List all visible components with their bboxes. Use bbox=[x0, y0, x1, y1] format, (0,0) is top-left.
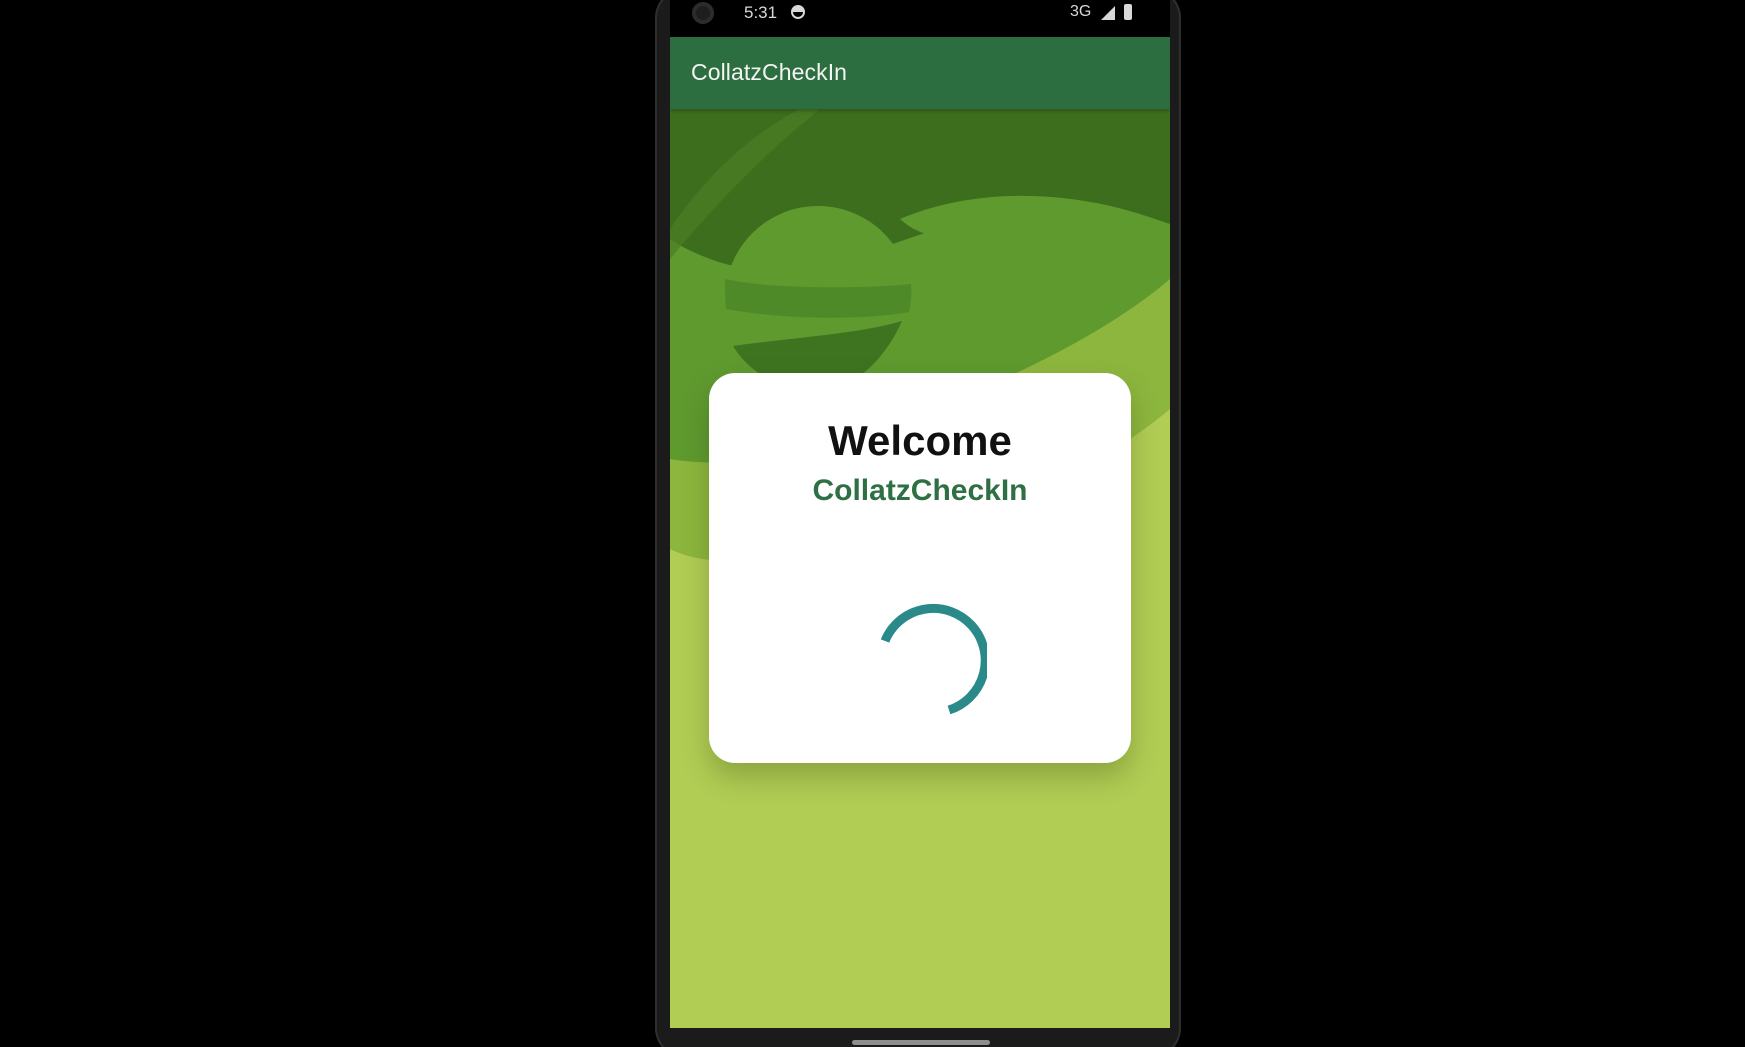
battery-icon bbox=[1124, 4, 1132, 20]
phone-screen: 5:31 3G CollatzCheckIn Welcome CollatzCh… bbox=[670, 0, 1170, 1028]
camera-icon bbox=[692, 2, 714, 24]
status-time: 5:31 bbox=[744, 3, 778, 22]
welcome-card: Welcome CollatzCheckIn bbox=[709, 373, 1131, 763]
spinner-arc bbox=[880, 603, 987, 715]
welcome-heading: Welcome bbox=[828, 417, 1012, 464]
loading-spinner-icon bbox=[880, 603, 987, 715]
welcome-screen: Welcome CollatzCheckIn bbox=[670, 109, 1170, 1028]
sim-icon bbox=[791, 5, 805, 19]
screenshot-stage: 5:31 3G CollatzCheckIn Welcome CollatzCh… bbox=[0, 0, 1745, 1047]
app-bar: CollatzCheckIn bbox=[670, 37, 1170, 109]
app-bar-title: CollatzCheckIn bbox=[691, 59, 848, 85]
signal-icon bbox=[1101, 6, 1115, 20]
app-name-subtitle: CollatzCheckIn bbox=[812, 474, 1028, 507]
status-bar: 5:31 3G bbox=[670, 0, 1170, 37]
network-type: 3G bbox=[1070, 3, 1092, 20]
home-indicator[interactable] bbox=[852, 1040, 990, 1045]
